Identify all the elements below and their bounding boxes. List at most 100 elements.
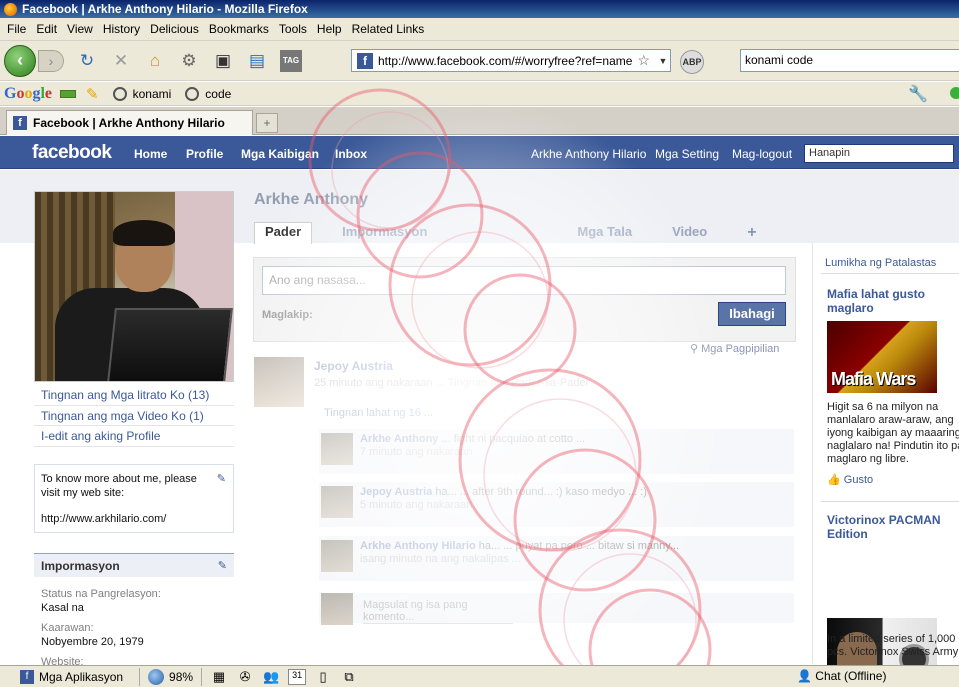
- tab-wall[interactable]: Pader: [254, 222, 313, 244]
- status-dot-icon[interactable]: [950, 87, 959, 99]
- avatar[interactable]: [321, 433, 353, 465]
- ad-like-button[interactable]: 👍 Gusto: [827, 473, 873, 486]
- wall-story: Jepoy Austria 25 minuto ang nakaraan ...…: [254, 357, 794, 657]
- tab-info[interactable]: Impormasyon: [332, 222, 437, 244]
- addon-icon[interactable]: ⚙: [178, 50, 200, 72]
- nav-profile[interactable]: Profile: [186, 147, 223, 161]
- avatar[interactable]: [254, 357, 304, 407]
- bio-text: To know more about me, please visit my w…: [41, 473, 197, 499]
- ad-title[interactable]: Victorinox PACMAN Edition: [827, 513, 957, 541]
- zoom-level[interactable]: 98%: [169, 670, 193, 684]
- globe-icon: [148, 668, 165, 685]
- bookmark-star-icon[interactable]: ☆: [637, 52, 650, 69]
- nav-inbox[interactable]: Inbox: [335, 147, 367, 161]
- edit-profile-link[interactable]: I-edit ang aking Profile: [34, 426, 234, 447]
- comment-text: ... fight ni pacquiao at cotto ...: [441, 433, 586, 445]
- menu-edit[interactable]: Edit: [31, 22, 62, 36]
- url-bar[interactable]: f http://www.facebook.com/#/worryfree?re…: [351, 49, 671, 72]
- google-search-konami[interactable]: konami: [112, 86, 171, 101]
- status-textarea[interactable]: Ano ang nasasa...: [262, 266, 786, 295]
- friends-icon[interactable]: 👥: [262, 669, 280, 685]
- tab-facebook[interactable]: f Facebook | Arkhe Anthony Hilario: [6, 110, 253, 135]
- chat-button[interactable]: 👤 Chat (Offline): [797, 669, 886, 683]
- chat-icon: 👤: [797, 669, 812, 683]
- tab-photos[interactable]: [457, 222, 547, 244]
- url-dropdown-icon[interactable]: ▼: [656, 56, 670, 66]
- story-author[interactable]: Jepoy Austria: [314, 359, 393, 373]
- notes-icon[interactable]: ▯: [314, 669, 332, 685]
- adblock-plus-button[interactable]: ABP: [680, 50, 704, 74]
- window-icon[interactable]: ▤: [246, 50, 268, 72]
- avatar[interactable]: [321, 486, 353, 518]
- comment-author[interactable]: Jepoy Austria: [360, 486, 432, 498]
- comment: Arkhe Anthony Hilario ha... ... puyat pa…: [319, 536, 794, 582]
- new-tab-button[interactable]: +: [256, 113, 278, 133]
- highlight-icon[interactable]: ✎: [86, 85, 99, 103]
- create-ad-link[interactable]: Lumikha ng Patalastas: [825, 257, 936, 269]
- info-label: Status na Pangrelasyon:: [41, 588, 161, 600]
- ad-title[interactable]: Mafia lahat gusto maglaro: [827, 287, 957, 315]
- comment-time: 7 minuto ang nakaraan: [360, 446, 473, 458]
- nav-settings[interactable]: Mga Setting: [655, 147, 719, 161]
- nav-logout[interactable]: Mag-logout: [732, 147, 792, 161]
- window-titlebar: Facebook | Arkhe Anthony Hilario - Mozil…: [0, 0, 959, 18]
- view-all-comments-link[interactable]: Tingnan lahat ng 16 ...: [324, 407, 433, 419]
- facebook-logo[interactable]: facebook: [32, 142, 112, 164]
- menu-file[interactable]: File: [2, 22, 31, 36]
- comment-author[interactable]: Arkhe Anthony Hilario: [360, 540, 476, 552]
- search-input[interactable]: konami code: [740, 49, 959, 72]
- wrench-icon[interactable]: 🔧: [908, 84, 928, 104]
- view-photos-link[interactable]: Tingnan ang Mga litrato Ko (13): [34, 385, 234, 406]
- comment-text: ha... ... after 9th round... :) kaso med…: [435, 486, 647, 498]
- profile-tabs: Pader Impormasyon Mga Tala Video +: [254, 222, 787, 244]
- ads-column: Lumikha ng Patalastas Mafia lahat gusto …: [812, 243, 959, 687]
- window-title: Facebook | Arkhe Anthony Hilario - Mozil…: [22, 2, 308, 16]
- pagerank-icon: [60, 89, 77, 98]
- google-search-code[interactable]: code: [185, 86, 231, 101]
- ad-image[interactable]: Mafia Wars: [827, 321, 937, 393]
- photos-icon[interactable]: ▦: [210, 669, 228, 685]
- menu-history[interactable]: History: [98, 22, 145, 36]
- profile-name: Arkhe Anthony: [254, 191, 369, 208]
- tab-notes[interactable]: Mga Tala: [567, 222, 642, 244]
- filter-options-link[interactable]: ⚲ Mga Pagpipilian: [690, 342, 779, 355]
- avatar: [321, 593, 353, 625]
- back-button[interactable]: ‹: [4, 44, 36, 77]
- nav-friends[interactable]: Mga Kaibigan: [241, 147, 319, 161]
- google-logo[interactable]: Google: [4, 85, 52, 103]
- avatar[interactable]: [321, 540, 353, 572]
- nav-home[interactable]: Home: [134, 147, 167, 161]
- edit-pencil-icon[interactable]: ✎: [217, 472, 226, 486]
- tab-video[interactable]: Video: [662, 222, 717, 244]
- menu-tools[interactable]: Tools: [274, 22, 312, 36]
- comment-author[interactable]: Arkhe Anthony: [360, 433, 438, 445]
- profile-picture[interactable]: [34, 191, 234, 382]
- google-toolbar: Google ✎ konami code 🔧: [0, 82, 959, 106]
- edit-pencil-icon[interactable]: ✎: [218, 559, 227, 572]
- reload-icon[interactable]: ↻: [76, 50, 98, 72]
- menu-related-links[interactable]: Related Links: [347, 22, 430, 36]
- url-text[interactable]: http://www.facebook.com/#/worryfree?ref=…: [378, 54, 637, 68]
- add-tab-button[interactable]: +: [737, 222, 766, 244]
- applications-button[interactable]: Mga Aplikasyon: [39, 670, 123, 684]
- menu-view[interactable]: View: [62, 22, 98, 36]
- nav-user-name[interactable]: Arkhe Anthony Hilario: [531, 147, 646, 161]
- info-label: Kaarawan:: [41, 622, 94, 634]
- video-icon[interactable]: ✇: [236, 669, 254, 685]
- screen-grab-icon[interactable]: ▣: [212, 50, 234, 72]
- groups-icon[interactable]: ⧉: [340, 669, 358, 685]
- stop-icon[interactable]: ✕: [110, 50, 132, 72]
- write-comment-input[interactable]: Magsulat ng isa pang komento...: [363, 599, 513, 624]
- view-videos-link[interactable]: Tingnan ang mga Video Ko (1): [34, 406, 234, 426]
- calendar-icon[interactable]: 31: [288, 668, 307, 685]
- fb-search-input[interactable]: Hanapin: [804, 144, 954, 163]
- menu-delicious[interactable]: Delicious: [145, 22, 204, 36]
- menu-help[interactable]: Help: [312, 22, 347, 36]
- menu-bookmarks[interactable]: Bookmarks: [204, 22, 274, 36]
- bio-url[interactable]: http://www.arkhilario.com/: [41, 512, 227, 526]
- home-icon[interactable]: ⌂: [144, 50, 166, 72]
- share-button[interactable]: Ibahagi: [718, 302, 786, 326]
- forward-button[interactable]: ›: [38, 49, 64, 72]
- tag-icon[interactable]: TAG: [280, 49, 302, 72]
- publisher-box: Ano ang nasasa... Maglakip: Ibahagi: [253, 257, 796, 342]
